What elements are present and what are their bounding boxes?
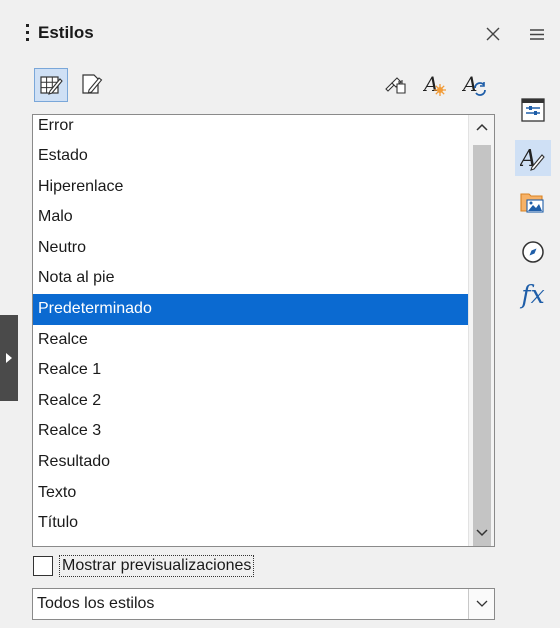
hamburger-menu-icon xyxy=(530,29,544,40)
list-item[interactable]: Texto xyxy=(33,478,469,509)
gallery-icon xyxy=(520,193,544,213)
scroll-down-arrow-icon[interactable] xyxy=(476,529,488,537)
list-item-selected[interactable]: Predeterminado xyxy=(33,293,469,325)
functions-icon: fx xyxy=(521,280,545,309)
page-styles-button[interactable] xyxy=(76,68,110,102)
list-item[interactable]: Realce 1 xyxy=(33,355,469,386)
style-filter-value: Todos los estilos xyxy=(37,595,155,612)
style-filter-dropdown-button[interactable] xyxy=(468,589,494,619)
list-item[interactable]: Título xyxy=(33,508,469,539)
deck-tab-properties[interactable] xyxy=(515,92,551,128)
deck-tab-functions[interactable]: fx xyxy=(515,278,551,314)
svg-text:A: A xyxy=(462,72,477,96)
cell-styles-icon xyxy=(40,76,63,95)
properties-icon xyxy=(521,98,545,122)
fill-format-mode-icon xyxy=(385,77,406,94)
navigator-icon xyxy=(522,241,544,263)
list-item[interactable]: Malo xyxy=(33,202,469,233)
sidebar-collapse-handle[interactable] xyxy=(0,315,18,401)
new-style-from-selection-button[interactable]: A xyxy=(419,68,453,102)
show-previews-checkbox[interactable] xyxy=(33,556,53,576)
list-item[interactable]: Realce 3 xyxy=(33,416,469,447)
list-item[interactable]: Nota al pie xyxy=(33,263,469,294)
panel-title: Estilos xyxy=(38,23,94,42)
list-item[interactable]: Hiperenlace xyxy=(33,172,469,203)
deck-tab-gallery[interactable] xyxy=(515,184,551,220)
list-item[interactable]: Error xyxy=(33,115,469,141)
close-button[interactable] xyxy=(481,22,505,46)
list-item[interactable]: Neutro xyxy=(33,233,469,264)
drag-grip-icon[interactable] xyxy=(26,24,30,46)
style-list-scrollbar[interactable] xyxy=(468,115,494,546)
update-style-button[interactable]: A xyxy=(458,68,492,102)
new-style-from-selection-icon: A xyxy=(423,72,446,96)
styles-icon: A xyxy=(520,146,545,171)
show-previews-label[interactable]: Mostrar previsualizaciones xyxy=(59,555,255,577)
deck-tab-navigator[interactable] xyxy=(515,234,551,270)
fill-format-mode-button[interactable] xyxy=(379,68,413,102)
style-list-items: Error Estado Hiperenlace Malo Neutro Nota al … xyxy=(33,115,469,539)
page-styles-icon xyxy=(82,74,103,94)
cell-styles-button[interactable] xyxy=(34,68,68,102)
update-style-icon: A xyxy=(462,72,486,96)
deck-tab-styles[interactable]: A xyxy=(515,140,551,176)
style-list[interactable]: Error Estado Hiperenlace Malo Neutro Nota al … xyxy=(32,114,495,547)
close-icon xyxy=(486,27,500,41)
sidebar-menu-button[interactable] xyxy=(525,22,549,46)
list-item[interactable]: Realce 2 xyxy=(33,386,469,417)
scroll-up-arrow-icon[interactable] xyxy=(476,123,488,131)
list-item[interactable]: Estado xyxy=(33,141,469,172)
style-filter-select[interactable]: Todos los estilos xyxy=(32,588,495,620)
scroll-thumb[interactable] xyxy=(473,145,491,546)
svg-text:A: A xyxy=(423,72,438,96)
list-item[interactable]: Realce xyxy=(33,325,469,356)
list-item[interactable]: Resultado xyxy=(33,447,469,478)
chevron-right-icon xyxy=(6,353,12,363)
chevron-down-icon xyxy=(476,600,488,607)
